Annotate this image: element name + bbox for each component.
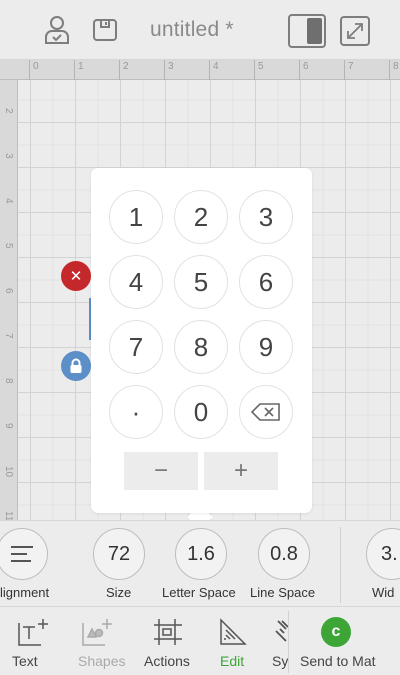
- ruler-number: 6: [303, 61, 309, 72]
- text-icon: [18, 619, 48, 646]
- key-1[interactable]: 1: [109, 190, 163, 244]
- key-2[interactable]: 2: [174, 190, 228, 244]
- key-7[interactable]: 7: [109, 320, 163, 374]
- actions-icon: [154, 619, 182, 645]
- text-edit-toolbar: lignment 72 Size 1.6 Letter Space 0.8 Li…: [0, 520, 400, 606]
- key-6[interactable]: 6: [239, 255, 293, 309]
- alignment-button[interactable]: [0, 528, 48, 580]
- bottom-navigation: Text Shapes Actions Edit Sy c Send to Ma…: [0, 606, 400, 675]
- send-to-mat-label: Send to Mat: [300, 653, 376, 669]
- nav-sync-label: Sy: [272, 653, 289, 669]
- key-9[interactable]: 9: [239, 320, 293, 374]
- nav-actions-label: Actions: [144, 653, 190, 669]
- delete-handle-icon[interactable]: ✕: [61, 261, 91, 291]
- account-icon[interactable]: [40, 13, 74, 47]
- alignment-icon: [11, 546, 33, 562]
- send-to-mat-button[interactable]: c Send to Mat: [290, 607, 400, 675]
- key-0[interactable]: 0: [174, 385, 228, 439]
- ruler-number: 4: [3, 198, 14, 204]
- nav-shapes-label: Shapes: [78, 653, 126, 669]
- shapes-icon: [82, 619, 112, 646]
- nav-sync[interactable]: Sy: [268, 607, 290, 675]
- ruler-number: 7: [348, 61, 354, 72]
- ruler-number: 8: [3, 378, 14, 384]
- ruler-number: 0: [33, 61, 39, 72]
- ruler-number: 2: [3, 108, 14, 114]
- ruler-number: 4: [213, 61, 219, 72]
- nav-edit[interactable]: Edit: [212, 607, 262, 675]
- letter-space-button[interactable]: 1.6: [175, 528, 227, 580]
- key-8[interactable]: 8: [174, 320, 228, 374]
- ruler-number: 2: [123, 61, 129, 72]
- ruler-number: 3: [3, 153, 14, 159]
- plus-key[interactable]: +: [204, 452, 278, 490]
- nav-shapes[interactable]: Shapes: [72, 607, 132, 675]
- lock-handle-icon[interactable]: [61, 351, 91, 381]
- document-title: untitled *: [150, 18, 234, 41]
- mat-view-toggle-icon[interactable]: [288, 14, 326, 48]
- nav-divider: [288, 611, 289, 673]
- width-label: Wid: [372, 585, 395, 600]
- nav-edit-label: Edit: [220, 653, 245, 669]
- key-5[interactable]: 5: [174, 255, 228, 309]
- design-space-app: untitled * 0 1 2 3 4 5 6 7 8 2 3 4 5 6 7…: [0, 0, 400, 675]
- ruler-number: 7: [3, 333, 14, 339]
- ruler-number: 1: [78, 61, 84, 72]
- nav-text-label: Text: [12, 653, 38, 669]
- ruler-number: 9: [3, 423, 14, 429]
- ruler-number: 6: [3, 288, 14, 294]
- backspace-key[interactable]: [239, 385, 293, 439]
- alignment-label: lignment: [0, 585, 50, 600]
- size-label: Size: [106, 585, 132, 600]
- left-ruler: 2 3 4 5 6 7 8 9 10 11: [0, 80, 18, 521]
- save-icon[interactable]: [88, 13, 122, 47]
- size-button[interactable]: 72: [93, 528, 145, 580]
- numeric-keypad: 1 2 3 4 5 6 7 8 9 · 0 − +: [91, 168, 312, 513]
- nav-actions[interactable]: Actions: [142, 607, 202, 675]
- letter-space-label: Letter Space: [162, 585, 236, 600]
- line-space-label: Line Space: [250, 585, 316, 600]
- top-ruler: 0 1 2 3 4 5 6 7 8: [0, 60, 400, 80]
- expand-icon[interactable]: [340, 16, 370, 46]
- ruler-number: 10: [3, 466, 14, 478]
- toolbar-divider: [340, 527, 341, 603]
- width-button[interactable]: 3.: [366, 528, 400, 580]
- top-bar: untitled *: [0, 0, 400, 60]
- key-decimal[interactable]: ·: [109, 385, 163, 439]
- send-to-mat-icon: c: [321, 617, 351, 647]
- nav-text[interactable]: Text: [8, 607, 58, 675]
- line-space-button[interactable]: 0.8: [258, 528, 310, 580]
- minus-key[interactable]: −: [124, 452, 198, 490]
- backspace-icon: [251, 403, 280, 421]
- key-4[interactable]: 4: [109, 255, 163, 309]
- key-3[interactable]: 3: [239, 190, 293, 244]
- edit-icon: [220, 618, 247, 645]
- ruler-number: 3: [168, 61, 174, 72]
- ruler-number: 8: [393, 61, 399, 72]
- ruler-number: 5: [3, 243, 14, 249]
- ruler-number: 5: [258, 61, 264, 72]
